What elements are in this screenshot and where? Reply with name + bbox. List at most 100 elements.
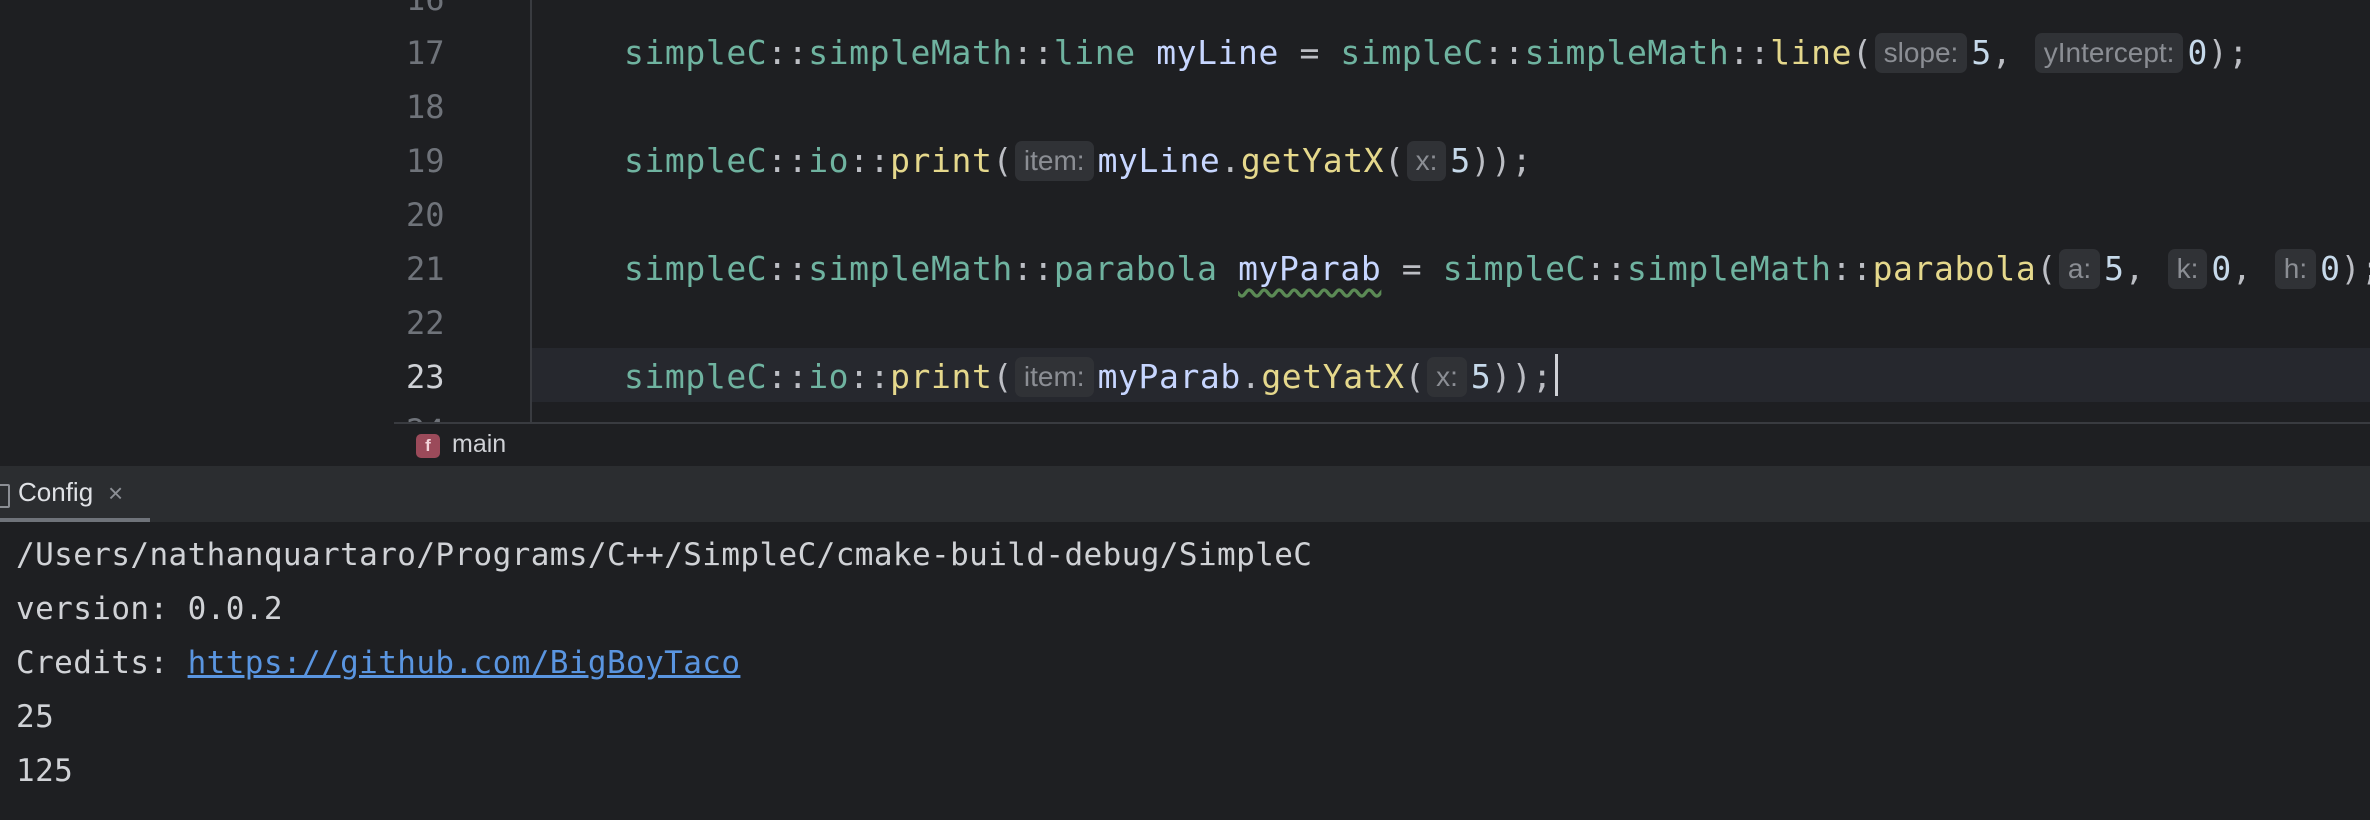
token-variable: myLine bbox=[1156, 33, 1279, 72]
text-caret bbox=[1554, 354, 1558, 396]
parameter-hint: h: bbox=[2274, 249, 2317, 289]
token-operator: :: bbox=[1729, 33, 1771, 72]
token-operator: :: bbox=[767, 33, 809, 72]
token-operator: = bbox=[1381, 249, 1443, 288]
token-comma: , bbox=[2124, 249, 2166, 288]
token-function-call: line bbox=[1770, 33, 1853, 72]
token-variable-warning[interactable]: myParab bbox=[1238, 249, 1381, 288]
token-variable: myParab bbox=[1097, 357, 1241, 396]
token-namespace: simpleC bbox=[1442, 249, 1587, 288]
code-line-17[interactable]: simpleC::simpleMath::line myLine = simpl… bbox=[624, 26, 2249, 80]
token-number: 5 bbox=[1450, 141, 1471, 180]
console-line: version: 0.0.2 bbox=[16, 591, 283, 627]
token-operator: . bbox=[1240, 357, 1262, 396]
console-line: Credits: https://github.com/BigBoyTaco bbox=[16, 636, 740, 690]
token-namespace: simpleMath bbox=[1626, 249, 1832, 288]
breadcrumb: f main bbox=[394, 422, 2370, 468]
console-line: 125 bbox=[16, 753, 74, 789]
token-namespace: simpleC bbox=[624, 33, 768, 72]
token-namespace: simpleMath bbox=[808, 33, 1013, 72]
token-operator: :: bbox=[849, 357, 891, 396]
token-function-call: getYatX bbox=[1261, 357, 1405, 396]
token-number: 0 bbox=[2187, 33, 2208, 72]
token-operator: = bbox=[1279, 33, 1341, 72]
token-operator: :: bbox=[1831, 249, 1873, 288]
token-function-call: print bbox=[890, 357, 993, 396]
token-type: line bbox=[1053, 33, 1136, 72]
credits-prefix: Credits: bbox=[16, 645, 188, 681]
token-number: 5 bbox=[2104, 249, 2125, 288]
line-number: 21 bbox=[406, 250, 445, 288]
token-paren: )); bbox=[1470, 141, 1533, 180]
tab-config[interactable]: Config × bbox=[0, 466, 150, 522]
token-paren: ( bbox=[992, 141, 1013, 180]
token-operator: :: bbox=[767, 141, 809, 180]
parameter-hint: x: bbox=[1406, 141, 1447, 181]
breadcrumb-item-main[interactable]: main bbox=[452, 430, 506, 459]
tab-label: Config bbox=[18, 477, 94, 507]
run-config-icon bbox=[0, 484, 10, 508]
token-operator: :: bbox=[767, 249, 809, 288]
token-namespace: simpleMath bbox=[1524, 33, 1730, 72]
parameter-hint: item: bbox=[1014, 141, 1094, 181]
parameter-hint: k: bbox=[2167, 249, 2208, 289]
function-icon: f bbox=[416, 434, 440, 458]
token-paren: ( bbox=[1384, 141, 1405, 180]
token-number: 0 bbox=[2320, 249, 2341, 288]
token-namespace: simpleC bbox=[1340, 33, 1484, 72]
token-function-call: parabola bbox=[1872, 249, 2037, 288]
token-paren: ( bbox=[992, 357, 1013, 396]
token-paren: ( bbox=[2036, 249, 2057, 288]
token-function-call: getYatX bbox=[1240, 141, 1385, 180]
line-number: 20 bbox=[406, 196, 445, 234]
token-paren: ( bbox=[1852, 33, 1873, 72]
token-comma: , bbox=[2231, 249, 2273, 288]
token-namespace: simpleC bbox=[624, 357, 768, 396]
parameter-hint: a: bbox=[2058, 249, 2101, 289]
token-operator: :: bbox=[1483, 33, 1525, 72]
token-paren: ); bbox=[2207, 33, 2249, 72]
parameter-hint: yIntercept: bbox=[2034, 33, 2184, 73]
close-icon[interactable]: × bbox=[108, 478, 123, 509]
token-paren: ); bbox=[2340, 249, 2370, 288]
token-operator: . bbox=[1220, 141, 1241, 180]
token-operator: :: bbox=[1012, 33, 1054, 72]
parameter-hint: item: bbox=[1014, 357, 1094, 397]
parameter-hint: slope: bbox=[1874, 33, 1968, 73]
token-paren: ( bbox=[1404, 357, 1426, 396]
token-comma: , bbox=[1991, 33, 2033, 72]
console-line: /Users/nathanquartaro/Programs/C++/Simpl… bbox=[16, 537, 1313, 573]
token-number: 5 bbox=[1971, 33, 1992, 72]
token-operator: :: bbox=[1586, 249, 1627, 288]
token-variable: myLine bbox=[1097, 141, 1221, 180]
token-namespace: io bbox=[808, 141, 850, 180]
line-number: 17 bbox=[406, 34, 445, 72]
token-namespace: io bbox=[808, 357, 850, 396]
code-editor[interactable]: simpleC::simpleMath::line myLine = simpl… bbox=[532, 0, 2370, 422]
token-paren: )); bbox=[1491, 357, 1553, 396]
token-namespace: simpleC bbox=[624, 141, 768, 180]
line-number: 16 bbox=[406, 0, 486, 26]
code-line-23[interactable]: simpleC::io::print(item: myParab.getYatX(… bbox=[624, 350, 1558, 404]
line-number-current: 23 bbox=[406, 358, 445, 396]
token-operator: :: bbox=[767, 357, 809, 396]
line-number: 19 bbox=[406, 142, 445, 180]
line-number-gutter: 16 17 18 19 20 21 22 23 24 bbox=[394, 0, 532, 450]
line-number: 22 bbox=[406, 304, 445, 342]
code-line-19[interactable]: simpleC::io::print(item: myLine.getYatX(x… bbox=[624, 134, 1532, 188]
line-number: 18 bbox=[406, 88, 445, 126]
token-namespace: simpleMath bbox=[808, 249, 1013, 288]
token-function-call: print bbox=[890, 141, 993, 180]
token-number: 5 bbox=[1470, 357, 1492, 396]
code-line-21[interactable]: simpleC::simpleMath::parabola myParab = … bbox=[624, 242, 2370, 296]
credits-link[interactable]: https://github.com/BigBoyTaco bbox=[188, 645, 741, 681]
token-namespace: simpleC bbox=[624, 249, 768, 288]
token-operator: :: bbox=[849, 141, 891, 180]
run-panel-tabbar: Config × bbox=[0, 466, 2370, 523]
token-type: parabola bbox=[1053, 249, 1218, 288]
parameter-hint: x: bbox=[1427, 357, 1467, 397]
left-tool-strip bbox=[0, 0, 394, 466]
run-console-output[interactable]: /Users/nathanquartaro/Programs/C++/Simpl… bbox=[0, 522, 2370, 820]
console-line: 25 bbox=[16, 699, 55, 735]
token-number: 0 bbox=[2211, 249, 2232, 288]
